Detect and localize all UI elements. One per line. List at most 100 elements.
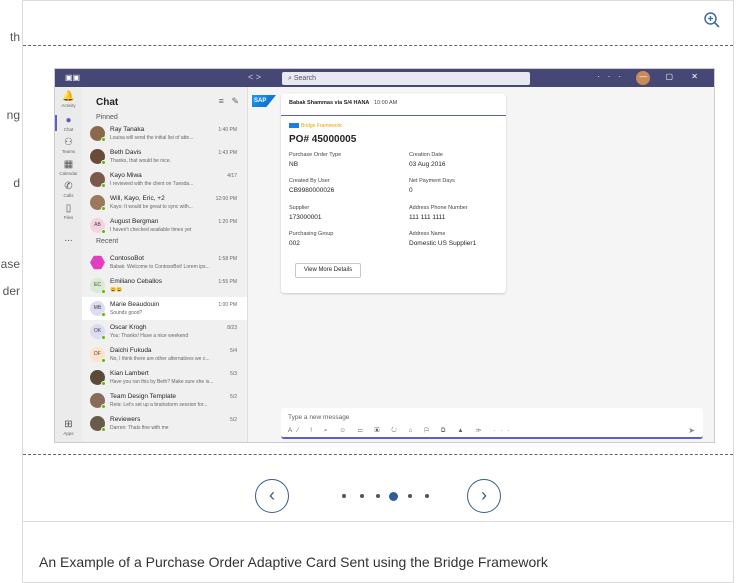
- next-button[interactable]: ›: [467, 479, 501, 513]
- chat-list-item[interactable]: Kayo Miwa 4/17 I reviewed with the client …: [82, 168, 247, 191]
- chat-time: 5/2: [230, 394, 237, 400]
- field-value: 0: [409, 187, 413, 194]
- pagination-dot[interactable]: [360, 494, 364, 498]
- chat-list-item[interactable]: Kian Lambert 5/3 Have you ran this by Beth…: [82, 366, 247, 389]
- field-label: Supplier: [289, 205, 310, 211]
- chat-preview: Sounds good?: [110, 310, 143, 316]
- field-label: Created By User: [289, 178, 330, 184]
- chat-time: 1:00 PM: [218, 302, 237, 308]
- chat-list-item[interactable]: MB Marie Beaudouin 1:00 PM Sounds good?: [82, 297, 247, 320]
- pagination-dot[interactable]: [389, 491, 398, 501]
- chat-name: Will, Kayo, Eric, +2: [110, 195, 165, 202]
- divider: [23, 521, 733, 522]
- rail-label: Calendar: [59, 171, 78, 176]
- chat-list-item[interactable]: EC Emiliano Ceballos 1:55 PM 😀😀: [82, 274, 247, 297]
- chat-preview: I reviewed with the client on Tuesda...: [110, 181, 194, 187]
- rail-item[interactable]: ✆ Calls: [55, 181, 82, 198]
- card-field: Address Phone Number 111 111 1111: [409, 205, 468, 221]
- teams-icon: ⚇: [64, 137, 73, 148]
- fragment-line: d: [13, 176, 20, 190]
- chat-list-item[interactable]: Reviewers 5/2 Darren: Thats fine with me: [82, 412, 247, 435]
- presence-icon: [101, 404, 106, 409]
- presence-icon: [101, 335, 106, 340]
- rail-label: Files: [63, 215, 74, 220]
- previous-button[interactable]: ‹: [255, 479, 289, 513]
- teams-logo-icon: ▣▣: [65, 73, 81, 82]
- chat-tools[interactable]: ≡ ✎: [219, 96, 239, 107]
- rail-item[interactable]: ● Chat: [55, 115, 82, 132]
- zoom-in-icon[interactable]: [701, 11, 723, 33]
- rail-label: Apps: [63, 431, 74, 436]
- window-controls[interactable]: ··· — ▢ ✕: [597, 72, 706, 81]
- field-label: Purchase Order Type: [289, 152, 342, 158]
- message-composer[interactable]: Type a new message A⁄ ! ⌕ ☺ ▭ ▣ ↻ ⌂ ⚐ ⧉ …: [281, 408, 703, 439]
- presence-icon: [101, 358, 106, 363]
- view-more-details-button[interactable]: View More Details: [295, 263, 361, 278]
- presence-icon: [101, 183, 106, 188]
- card-time: 10:00 AM: [374, 100, 398, 106]
- chat-list-item[interactable]: OK Oscar Krogh 8/23 You: Thanks! Have a nic…: [82, 320, 247, 343]
- pagination-dot[interactable]: [425, 494, 429, 498]
- chat-name: Kayo Miwa: [110, 172, 142, 179]
- recent-label: Recent: [96, 238, 119, 245]
- bell-icon: 🔔: [62, 91, 75, 102]
- chat-list-item[interactable]: AB August Bergman 1:20 PM I haven't checked…: [82, 214, 247, 237]
- rail-item[interactable]: ▯ Files: [55, 203, 82, 220]
- chat-list-item[interactable]: Ray Tanaka 1:40 PM Louisa will send the in…: [82, 122, 247, 145]
- chat-name: ContosoBot: [110, 255, 144, 262]
- card-sender: Babak Shammas via S/4 HANA: [289, 100, 370, 106]
- chat-name: Kian Lambert: [110, 370, 149, 377]
- fragment-line: th: [9, 30, 20, 44]
- composer-toolbar[interactable]: A⁄ ! ⌕ ☺ ▭ ▣ ↻ ⌂ ⚐ ⧉ ▲ ≫ ···: [288, 427, 515, 435]
- fragment-line: ase: [0, 257, 20, 271]
- presence-icon: [101, 206, 106, 211]
- chat-list-item[interactable]: DF Daichi Fukuda 5/4 No, I think there are …: [82, 343, 247, 366]
- pagination-dot[interactable]: [342, 494, 346, 498]
- chat-time: 12:00 PM: [215, 196, 237, 202]
- field-value: NB: [289, 161, 299, 168]
- carousel-controls: ‹ ›: [23, 471, 733, 521]
- chat-list-item[interactable]: Beth Davis 1:43 PM Thanks, that would be n…: [82, 145, 247, 168]
- chat-list-pane: Chat ≡ ✎ Pinned Recent Ray Tanaka 1:40 PM…: [82, 87, 248, 442]
- rail-item[interactable]: ⊞ Apps: [55, 419, 82, 436]
- rail-item[interactable]: ⚇ Teams: [55, 137, 82, 154]
- chat-time: 4/17: [227, 173, 237, 179]
- send-icon[interactable]: ➤: [688, 426, 695, 435]
- chat-list-item[interactable]: Will, Kayo, Eric, +2 12:00 PM Kayo: It wou…: [82, 191, 247, 214]
- rail-item[interactable]: 🔔 Activity: [55, 91, 82, 108]
- chat-time: 8/23: [227, 325, 237, 331]
- chat-list-item[interactable]: Team Design Template 5/2 Reta: Let's set u…: [82, 389, 247, 412]
- rail-label: Activity: [61, 103, 76, 108]
- field-value: Domestic US Supplier1: [409, 240, 477, 247]
- search-input[interactable]: ⌕ Search: [282, 72, 530, 85]
- chat-list-item[interactable]: ContosoBot 1:58 PM Babak: Welcome to Conto…: [82, 251, 247, 274]
- chat-preview: Louisa will send the initial list of att…: [110, 135, 194, 141]
- filter-icon[interactable]: ≡: [219, 96, 224, 106]
- compose-icon[interactable]: ✎: [231, 96, 239, 106]
- nav-arrows[interactable]: < >: [248, 72, 261, 82]
- presence-icon: [101, 289, 106, 294]
- search-placeholder: Search: [293, 75, 317, 82]
- file-icon: ▯: [65, 203, 72, 214]
- calendar-icon: ▦: [63, 159, 74, 170]
- chat-time: 1:20 PM: [218, 219, 237, 225]
- po-number: PO# 45000005: [289, 134, 357, 145]
- chat-title: Chat: [96, 97, 119, 108]
- chat-time: 5/2: [230, 417, 237, 423]
- chat-preview: You: Thanks! Have a nice weekend: [110, 333, 189, 339]
- field-value: 173000001: [289, 214, 322, 221]
- field-value: 002: [289, 240, 300, 247]
- pinned-label: Pinned: [96, 114, 118, 121]
- rail-label: Calls: [63, 193, 74, 198]
- field-label: Net Payment Days: [409, 178, 455, 184]
- rail-item[interactable]: ▦ Calendar: [55, 159, 82, 176]
- apps-icon: ⊞: [64, 419, 73, 430]
- chat-time: 1:55 PM: [218, 279, 237, 285]
- chat-preview: Thanks, that would be nice.: [110, 158, 171, 164]
- pagination-dot[interactable]: [408, 494, 412, 498]
- pagination-dot[interactable]: [376, 494, 380, 498]
- presence-icon: [101, 137, 106, 142]
- message-input[interactable]: Type a new message: [288, 414, 349, 421]
- field-label: Creation Date: [409, 152, 443, 158]
- rail-item[interactable]: ...: [55, 233, 82, 245]
